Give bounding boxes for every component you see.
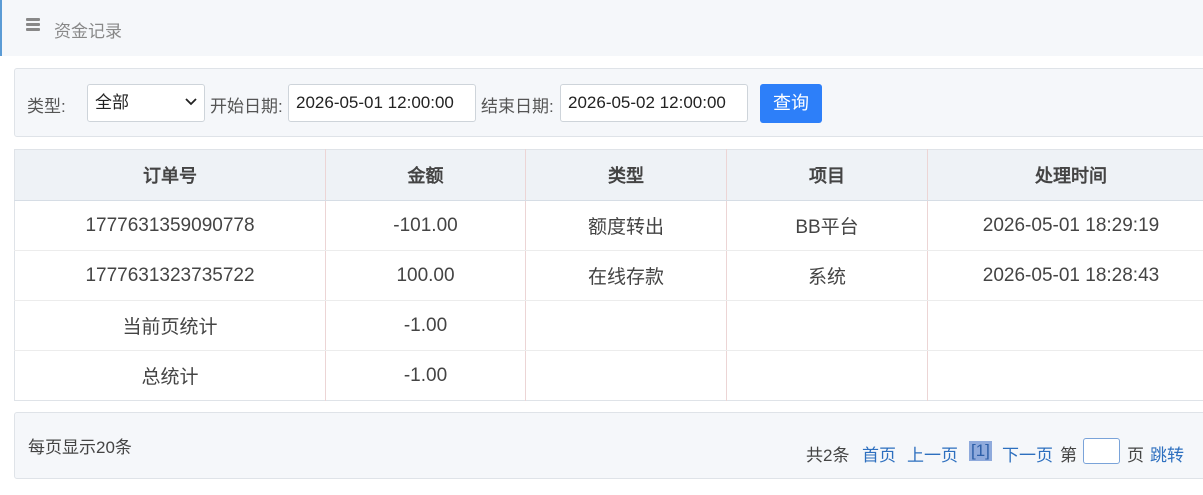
total-summary-amount: -1.00 (325, 350, 526, 401)
cell-item: 系统 (726, 250, 928, 301)
cell-type: 额度转出 (525, 200, 727, 251)
page-summary-label: 当前页统计 (14, 300, 326, 351)
first-page-link[interactable]: 首页 (862, 441, 896, 466)
next-page-link[interactable]: 下一页 (1002, 441, 1053, 466)
start-date-label: 开始日期: (210, 97, 283, 116)
end-date-input[interactable]: 2026-05-02 12:00:00 (560, 84, 748, 122)
prev-page-link[interactable]: 上一页 (907, 441, 958, 466)
start-date-input[interactable]: 2026-05-01 12:00:00 (288, 84, 476, 122)
page-header: 资金记录 (0, 0, 1203, 56)
col-amount: 金额 (325, 149, 526, 201)
cell-order-no: 1777631359090778 (14, 200, 326, 251)
page-size-text: 每页显示20条 (28, 438, 132, 457)
cell-order-no: 1777631323735722 (14, 250, 326, 301)
page-summary-amount: -1.00 (325, 300, 526, 351)
page-suffix: 页 (1127, 446, 1144, 465)
type-select[interactable]: 全部 (87, 84, 205, 122)
page-prefix: 第 (1060, 446, 1077, 465)
cell-amount: 100.00 (325, 250, 526, 301)
total-summary-row: 总统计 -1.00 (14, 350, 1203, 401)
total-summary-label: 总统计 (14, 350, 326, 401)
records-table: 订单号 金额 类型 项目 处理时间 1777631359090778 -101.… (14, 149, 1203, 401)
table-header-row: 订单号 金额 类型 项目 处理时间 (14, 149, 1203, 201)
end-date-label: 结束日期: (481, 97, 554, 116)
col-item: 项目 (726, 149, 928, 201)
col-type: 类型 (525, 149, 727, 201)
page-summary-row: 当前页统计 -1.00 (14, 300, 1203, 351)
current-page: [1] (969, 441, 992, 461)
table-row: 1777631359090778 -101.00 额度转出 BB平台 2026-… (14, 200, 1203, 251)
type-select-value: 全部 (95, 93, 129, 112)
table-row: 1777631323735722 100.00 在线存款 系统 2026-05-… (14, 250, 1203, 301)
jump-link[interactable]: 跳转 (1150, 441, 1184, 466)
total-count: 共2条 (806, 446, 850, 465)
cell-time: 2026-05-01 18:29:19 (927, 200, 1203, 251)
page-jump-input[interactable] (1083, 438, 1120, 464)
col-time: 处理时间 (927, 149, 1203, 201)
cell-amount: -101.00 (325, 200, 526, 251)
cell-item: BB平台 (726, 200, 928, 251)
pagination-bar: 每页显示20条 共2条 首页 上一页 [1] 下一页 第 页 跳转 (14, 412, 1203, 479)
type-label: 类型: (27, 97, 66, 116)
menu-icon[interactable] (26, 17, 41, 32)
query-button[interactable]: 查询 (760, 84, 822, 123)
col-order-no: 订单号 (14, 149, 326, 201)
cell-type: 在线存款 (525, 250, 727, 301)
page-title: 资金记录 (54, 22, 122, 41)
cell-time: 2026-05-01 18:28:43 (927, 250, 1203, 301)
filter-bar: 类型: 全部 开始日期: 2026-05-01 12:00:00 结束日期: 2… (14, 68, 1203, 137)
chevron-down-icon (185, 98, 197, 106)
